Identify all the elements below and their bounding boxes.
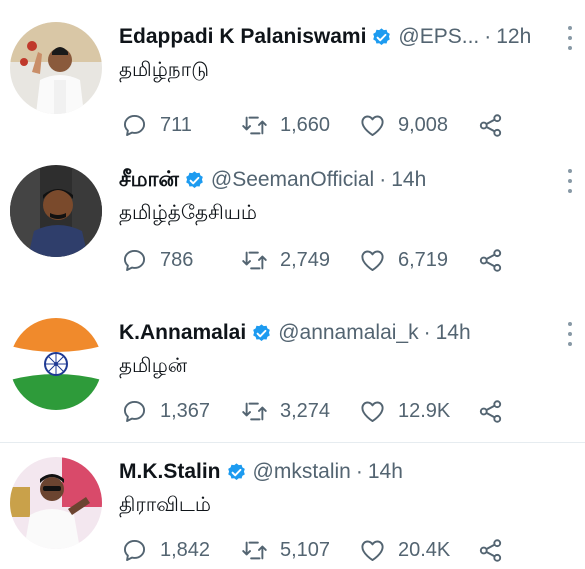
tweet-stalin[interactable]: M.K.Stalin @mkstalin · 14h திராவிடம் 1,8… [0, 457, 585, 569]
retweet-button[interactable]: 1,660 [241, 112, 359, 139]
tweet-text: தமிழ்த்தேசியம் [119, 200, 257, 224]
verified-badge-icon [226, 462, 247, 483]
like-icon [361, 540, 384, 561]
retweet-icon [242, 251, 267, 269]
reply-button[interactable]: 786 [121, 247, 241, 274]
author-name[interactable]: K.Annamalai [119, 321, 246, 345]
share-button[interactable] [477, 247, 504, 274]
like-button[interactable]: 12.9K [359, 398, 477, 425]
like-button[interactable]: 6,719 [359, 247, 477, 274]
reply-icon [123, 249, 146, 271]
like-count: 6,719 [398, 248, 449, 271]
share-button[interactable] [477, 112, 504, 139]
author-handle[interactable]: @SeemanOfficial [211, 168, 374, 192]
tweet-text: திராவிடம் [119, 492, 211, 516]
reply-button[interactable]: 1,842 [121, 537, 241, 564]
share-icon [479, 113, 502, 137]
share-icon [479, 538, 502, 562]
separator-dot: · [355, 460, 363, 483]
retweet-icon [242, 541, 267, 559]
verified-badge-icon [184, 170, 205, 191]
author-handle[interactable]: @annamalai_k [278, 321, 418, 345]
separator-dot: · [484, 25, 492, 48]
share-icon [479, 399, 502, 423]
reply-button[interactable]: 1,367 [121, 398, 241, 425]
reply-button[interactable]: 711 [121, 112, 241, 139]
reply-count: 711 [160, 113, 192, 136]
verified-badge-icon [251, 323, 272, 344]
tweet-actions: 711 1,660 9,008 [121, 110, 504, 140]
like-count: 12.9K [398, 399, 451, 422]
tweet-divider [0, 442, 585, 443]
timestamp[interactable]: 14h [436, 321, 471, 345]
author-handle[interactable]: @EPS... [398, 25, 479, 49]
avatar-annamalai[interactable] [10, 318, 102, 410]
timestamp[interactable]: 12h [496, 25, 531, 49]
tweet-text: தமிழ்நாடு [119, 57, 209, 81]
more-icon[interactable] [565, 322, 575, 346]
like-icon [361, 250, 384, 271]
retweet-count: 2,749 [280, 248, 331, 271]
tweet-actions: 1,842 5,107 20.4K [121, 535, 504, 565]
retweet-button[interactable]: 5,107 [241, 537, 359, 564]
reply-icon [123, 114, 146, 136]
tweet-actions: 786 2,749 6,719 [121, 245, 504, 275]
retweet-icon [242, 116, 267, 134]
author-name[interactable]: M.K.Stalin [119, 460, 221, 484]
avatar-eps[interactable] [10, 22, 102, 114]
more-icon[interactable] [565, 169, 575, 193]
tweet-seeman[interactable]: சீமான் @SeemanOfficial · 14h தமிழ்த்தேசி… [0, 165, 585, 290]
tweet-actions: 1,367 3,274 12.9K [121, 396, 504, 426]
retweet-icon [242, 402, 267, 420]
avatar-stalin[interactable] [10, 457, 102, 549]
like-button[interactable]: 20.4K [359, 537, 477, 564]
retweet-button[interactable]: 3,274 [241, 398, 359, 425]
tweet-text: தமிழன் [119, 353, 188, 377]
author-name[interactable]: Edappadi K Palaniswami [119, 25, 366, 49]
author-handle[interactable]: @mkstalin [253, 460, 351, 484]
share-icon [479, 248, 502, 272]
tweet-annamalai[interactable]: K.Annamalai @annamalai_k · 14h தமிழன் 1,… [0, 318, 585, 438]
share-button[interactable] [477, 537, 504, 564]
like-count: 20.4K [398, 538, 451, 561]
like-button[interactable]: 9,008 [359, 112, 477, 139]
reply-icon [123, 539, 146, 561]
reply-count: 1,367 [160, 399, 211, 422]
author-name[interactable]: சீமான் [119, 167, 179, 194]
like-icon [361, 115, 384, 136]
like-count: 9,008 [398, 113, 449, 136]
separator-dot: · [379, 168, 387, 191]
verified-badge-icon [371, 27, 392, 48]
retweet-count: 5,107 [280, 538, 331, 561]
timestamp[interactable]: 14h [391, 168, 426, 192]
retweet-count: 3,274 [280, 399, 331, 422]
more-icon[interactable] [565, 26, 575, 50]
reply-count: 786 [160, 248, 194, 271]
reply-icon [123, 400, 146, 422]
reply-count: 1,842 [160, 538, 211, 561]
timestamp[interactable]: 14h [368, 460, 403, 484]
like-icon [361, 401, 384, 422]
retweet-button[interactable]: 2,749 [241, 247, 359, 274]
retweet-count: 1,660 [280, 113, 331, 136]
tweet-eps[interactable]: Edappadi K Palaniswami @EPS... · 12h தமி… [0, 22, 585, 147]
share-button[interactable] [477, 398, 504, 425]
separator-dot: · [423, 321, 431, 344]
avatar-seeman[interactable] [10, 165, 102, 257]
